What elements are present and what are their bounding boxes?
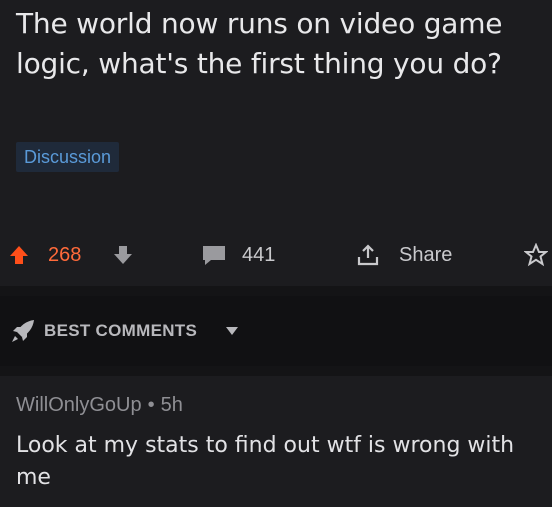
comment-sort-bar[interactable]: BEST COMMENTS: [0, 296, 552, 366]
rocket-icon: [12, 320, 34, 342]
post-score: 268: [48, 244, 82, 266]
upvote-icon[interactable]: [8, 244, 30, 266]
comment-age: 5h: [160, 394, 183, 416]
post-action-bar: 268 441 Share: [0, 232, 552, 278]
post-flair[interactable]: Discussion: [16, 142, 120, 172]
sort-label[interactable]: BEST COMMENTS: [44, 296, 197, 366]
comment-meta: WillOnlyGoUp • 5h: [16, 394, 183, 417]
share-icon[interactable]: [356, 243, 380, 267]
comment-item: WillOnlyGoUp • 5h Look at my stats to find…: [0, 376, 552, 507]
comment-body: Look at my stats to find out wtf is wron…: [16, 433, 515, 490]
comment-count[interactable]: 441: [242, 232, 275, 278]
chevron-down-icon[interactable]: [226, 326, 238, 336]
comment-author[interactable]: WillOnlyGoUp: [16, 394, 142, 416]
meta-separator: •: [147, 394, 155, 416]
downvote-icon[interactable]: [112, 244, 134, 266]
comment-icon[interactable]: [201, 244, 227, 266]
post-card: The world now runs on video game logic, …: [0, 0, 552, 286]
share-button[interactable]: Share: [399, 232, 452, 278]
post-title[interactable]: The world now runs on video game logic, …: [16, 4, 536, 84]
award-icon[interactable]: [524, 243, 548, 267]
